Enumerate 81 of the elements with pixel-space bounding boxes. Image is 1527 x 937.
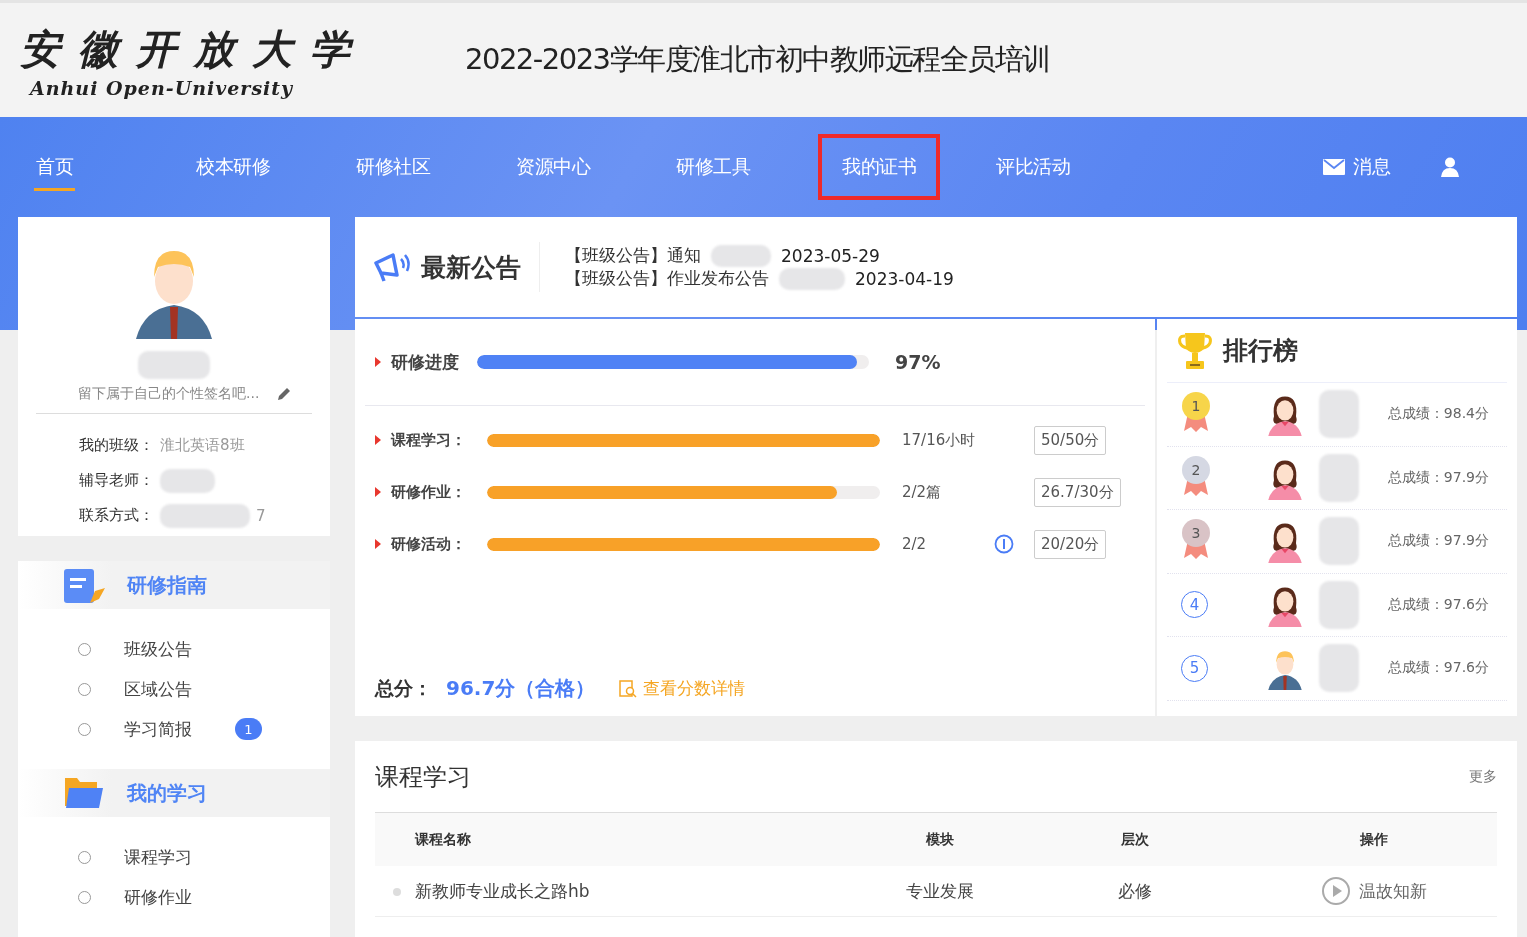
progress-reading: 2/2 bbox=[902, 535, 928, 553]
blurred-value bbox=[160, 468, 215, 493]
sidebar-item[interactable]: 学习简报 1 bbox=[78, 709, 330, 749]
profile-field-value: 7 bbox=[256, 506, 266, 525]
blurred-text bbox=[711, 244, 771, 267]
notice-title: 最新公告 bbox=[421, 242, 540, 292]
column-header: 操作 bbox=[1359, 830, 1388, 849]
sidebar-item[interactable]: 课程学习 bbox=[78, 837, 330, 877]
signature-field[interactable]: 留下属于自己的个性签名吧... bbox=[36, 379, 312, 414]
progress-reading: 17/16小时 bbox=[902, 430, 977, 450]
blurred-name bbox=[138, 351, 210, 379]
progress-label: 研修作业： bbox=[391, 482, 467, 502]
nav-tab[interactable]: 研修工具 bbox=[658, 134, 818, 200]
triangle-icon bbox=[375, 539, 381, 549]
triangle-icon bbox=[375, 435, 381, 445]
column-header: 模块 bbox=[926, 830, 954, 849]
pencil-icon[interactable] bbox=[276, 386, 292, 402]
total-score: 96.7分（合格） bbox=[446, 675, 596, 702]
progress-reading: 2/2篇 bbox=[902, 482, 943, 502]
progress-label: 研修活动： bbox=[391, 534, 467, 554]
score-tag: 26.7/30分 bbox=[1034, 477, 1121, 507]
profile-field-label: 辅导老师： bbox=[79, 471, 154, 490]
blurred-name bbox=[1319, 580, 1359, 629]
total-label: 总分： bbox=[375, 675, 432, 701]
nav-tab[interactable]: 评比活动 bbox=[978, 134, 1138, 200]
sidebar-item[interactable]: 研修作业 bbox=[78, 877, 330, 917]
score-tag: 20/20分 bbox=[1034, 529, 1107, 559]
column-header: 课程名称 bbox=[413, 830, 471, 849]
logo-chinese-text: 安 徽 开 放 大 学 bbox=[20, 23, 355, 74]
nav-tab[interactable]: 首页 bbox=[18, 134, 178, 200]
user-icon[interactable] bbox=[1441, 157, 1459, 177]
course-name[interactable]: 新教师专业成长之路hb bbox=[375, 879, 860, 903]
megaphone-icon bbox=[373, 251, 411, 283]
count-badge: 1 bbox=[235, 718, 262, 740]
notice-link[interactable]: 【班级公告】作业发布公告 bbox=[565, 267, 769, 290]
blurred-name bbox=[1319, 390, 1359, 439]
sidebar-item[interactable]: 区域公告 bbox=[78, 669, 330, 709]
nav-tab[interactable]: 研修社区 bbox=[338, 134, 498, 200]
profile-field-value: 淮北英语8班 bbox=[160, 436, 245, 455]
ranking-score: 总成绩：98.4分 bbox=[1387, 405, 1490, 424]
score-tag: 50/50分 bbox=[1034, 425, 1107, 455]
ranking-score: 总成绩：97.6分 bbox=[1387, 595, 1490, 614]
messages-link[interactable]: 消息 bbox=[1323, 154, 1391, 180]
ranking-score: 总成绩：97.9分 bbox=[1387, 532, 1490, 551]
nav-tab[interactable]: 资源中心 bbox=[498, 134, 658, 200]
section-title: 我的学习 bbox=[127, 779, 207, 807]
progress-percent: 97% bbox=[895, 351, 941, 373]
ranking-title: 排行榜 bbox=[1223, 335, 1298, 367]
profile-field-label: 联系方式： bbox=[79, 506, 154, 525]
info-icon[interactable] bbox=[994, 534, 1014, 554]
progress-label: 研修进度 bbox=[391, 350, 460, 374]
trophy-icon bbox=[1177, 330, 1213, 371]
blurred-name bbox=[1319, 517, 1359, 566]
triangle-icon bbox=[375, 487, 381, 497]
profile-field-label: 我的班级： bbox=[79, 436, 154, 455]
search-document-icon bbox=[619, 679, 638, 698]
notice-date: 2023-04-19 bbox=[855, 268, 954, 289]
blurred-text bbox=[779, 267, 845, 290]
notice-link[interactable]: 【班级公告】通知 bbox=[565, 244, 701, 267]
courses-title: 课程学习 bbox=[375, 761, 471, 793]
triangle-icon bbox=[375, 357, 381, 367]
review-link[interactable]: 温故知新 bbox=[1320, 876, 1427, 906]
table-cell: 必修 bbox=[1118, 879, 1152, 903]
folder-icon bbox=[63, 776, 105, 810]
progress-label: 课程学习： bbox=[391, 430, 467, 450]
site-title: 2022-2023学年度淮北市初中教师远程全员培训 bbox=[465, 41, 1050, 78]
nav-tab[interactable]: 校本研修 bbox=[178, 134, 338, 200]
more-link[interactable]: 更多 bbox=[1469, 767, 1497, 786]
play-icon bbox=[1320, 876, 1351, 906]
table-cell: 专业发展 bbox=[906, 879, 974, 903]
logo-english-text: Anhui Open-University bbox=[27, 76, 295, 99]
mail-icon bbox=[1323, 159, 1345, 175]
column-header: 层次 bbox=[1121, 830, 1149, 849]
notice-date: 2023-05-29 bbox=[781, 245, 880, 266]
nav-tab[interactable]: 我的证书 bbox=[818, 134, 940, 200]
section-title: 研修指南 bbox=[127, 571, 207, 599]
sidebar-item[interactable]: 班级公告 bbox=[78, 629, 330, 669]
ranking-score: 总成绩：97.6分 bbox=[1387, 659, 1490, 678]
blurred-name bbox=[1319, 453, 1359, 502]
ranking-score: 总成绩：97.9分 bbox=[1387, 468, 1490, 487]
blurred-name bbox=[1319, 644, 1359, 693]
